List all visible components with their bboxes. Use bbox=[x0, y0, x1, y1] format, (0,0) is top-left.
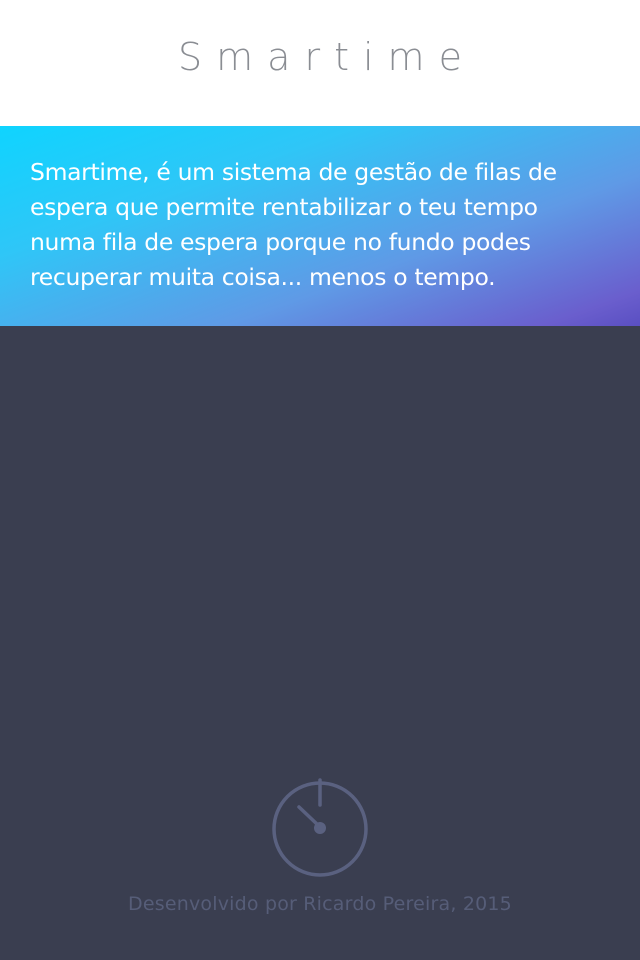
timer-icon[interactable] bbox=[269, 775, 371, 877]
app-header: Smartime bbox=[0, 0, 640, 126]
app-title: Smartime bbox=[178, 35, 476, 79]
hero-description: Smartime, é um sistema de gestão de fila… bbox=[30, 158, 557, 291]
main-area: Desenvolvido por Ricardo Pereira, 2015 bbox=[0, 326, 640, 960]
hero-banner: Smartime, é um sistema de gestão de fila… bbox=[0, 126, 640, 326]
footer-credit: Desenvolvido por Ricardo Pereira, 2015 bbox=[128, 893, 512, 915]
